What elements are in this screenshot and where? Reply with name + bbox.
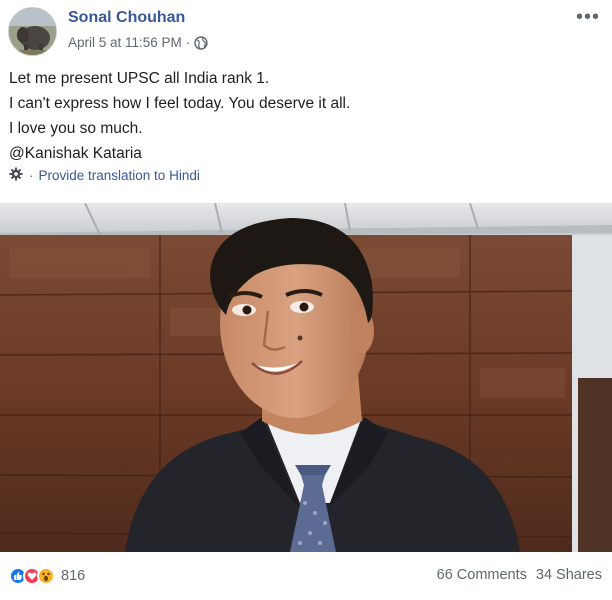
post-text-line: I can't express how I feel today. You de… (9, 95, 351, 112)
post-text-line: Let me present UPSC all India rank 1. (9, 70, 270, 87)
post-stats: 66 Comments 34 Shares (437, 567, 602, 583)
avatar-image (9, 8, 56, 55)
post-header: Sonal Chouhan April 5 at 11:56 PM · ••• (0, 0, 612, 60)
comments-link[interactable]: 66 Comments (437, 567, 527, 583)
mention-link[interactable]: @Kanishak Kataria (9, 141, 599, 166)
translation-link[interactable]: Provide translation to Hindi (39, 168, 200, 183)
post-meta: April 5 at 11:56 PM · (68, 35, 209, 50)
shares-link[interactable]: 34 Shares (536, 567, 602, 583)
reaction-count: 816 (61, 568, 86, 584)
meta-separator: · (185, 35, 191, 50)
video-frame (0, 203, 612, 552)
post-text-line: I love you so much. (9, 120, 143, 137)
ellipsis-icon[interactable]: ••• (576, 6, 600, 29)
post-footer: 816 66 Comments 34 Shares (0, 552, 612, 600)
translation-separator: · (29, 168, 34, 183)
gear-icon[interactable] (9, 167, 23, 184)
reactions-summary[interactable]: 816 (9, 567, 85, 585)
translation-row: · Provide translation to Hindi (9, 167, 200, 184)
wow-icon (37, 567, 55, 585)
facebook-post: Sonal Chouhan April 5 at 11:56 PM · ••• … (0, 0, 612, 600)
globe-icon[interactable] (194, 35, 209, 50)
post-timestamp[interactable]: April 5 at 11:56 PM (68, 35, 182, 50)
post-video[interactable] (0, 203, 612, 552)
author-name[interactable]: Sonal Chouhan (68, 9, 185, 27)
author-avatar[interactable] (8, 7, 57, 56)
post-text: Let me present UPSC all India rank 1. I … (9, 66, 599, 166)
